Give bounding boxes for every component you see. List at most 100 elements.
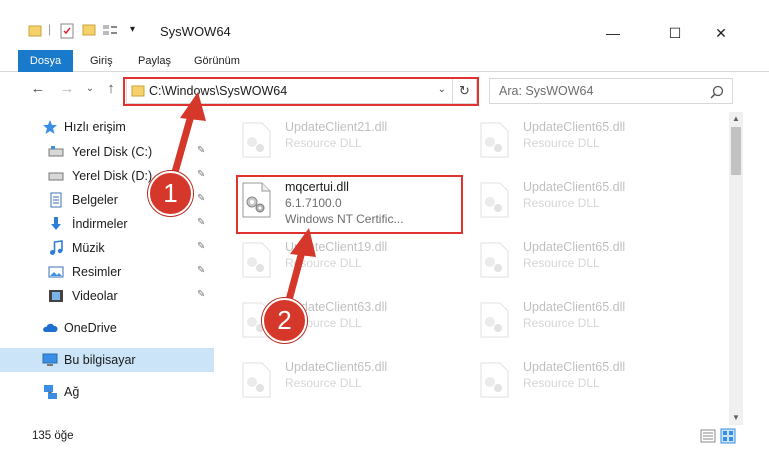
document-icon bbox=[50, 192, 62, 208]
sidebar-item-label: Müzik bbox=[72, 241, 105, 255]
minimize-button[interactable]: — bbox=[590, 18, 636, 48]
sidebar-item-label: Bu bilgisayar bbox=[64, 353, 136, 367]
file-type: Resource DLL bbox=[523, 316, 600, 330]
sidebar-item-onedrive[interactable]: OneDrive bbox=[0, 316, 214, 340]
close-button[interactable]: ✕ bbox=[698, 18, 744, 48]
sidebar-item-label: Videolar bbox=[72, 289, 118, 303]
sidebar-item-label: Yerel Disk (D:) bbox=[72, 169, 153, 183]
back-button[interactable]: ← bbox=[28, 80, 48, 97]
file-name: UpdateClient21.dll bbox=[285, 120, 388, 134]
file-name: UpdateClient65.dll bbox=[523, 240, 626, 254]
window-title: SysWOW64 bbox=[160, 24, 231, 39]
dll-file-icon bbox=[480, 302, 509, 338]
file-type: Resource DLL bbox=[523, 256, 600, 270]
pin-icon[interactable]: ✎ bbox=[197, 217, 205, 228]
file-name: UpdateClient65.dll bbox=[523, 180, 626, 194]
tab-paylas[interactable]: Paylaş bbox=[130, 50, 179, 72]
sidebar-item-label: Hızlı erişim bbox=[64, 120, 126, 134]
list-item[interactable]: UpdateClient63.dll Resource DLL bbox=[222, 294, 452, 354]
tab-dosya[interactable]: Dosya bbox=[18, 50, 73, 72]
list-item[interactable]: UpdateClient65.dll Resource DLL bbox=[460, 234, 690, 294]
file-type: Resource DLL bbox=[523, 376, 600, 390]
ribbon-tabs: Dosya Giriş Paylaş Görünüm bbox=[0, 50, 769, 72]
separator: | bbox=[48, 22, 52, 36]
sidebar-item-pictures[interactable]: Resimler ✎ bbox=[0, 260, 214, 284]
recent-locations-button[interactable]: ⌄ bbox=[80, 83, 100, 94]
sidebar-item-label: Belgeler bbox=[72, 193, 118, 207]
dll-file-icon bbox=[480, 122, 509, 158]
dll-file-icon bbox=[480, 362, 509, 398]
file-highlight bbox=[236, 175, 463, 234]
scroll-thumb[interactable] bbox=[731, 127, 741, 175]
download-icon bbox=[51, 217, 61, 230]
file-type: Resource DLL bbox=[285, 136, 362, 150]
sidebar-item-music[interactable]: Müzik ✎ bbox=[0, 236, 214, 260]
list-item[interactable]: UpdateClient65.dll Resource DLL bbox=[460, 114, 690, 174]
sidebar-item-downloads[interactable]: İndirmeler ✎ bbox=[0, 212, 214, 236]
properties-icon[interactable] bbox=[60, 23, 74, 39]
maximize-button[interactable]: ☐ bbox=[652, 18, 698, 48]
pin-icon[interactable]: ✎ bbox=[197, 169, 205, 180]
list-item[interactable]: UpdateClient65.dll Resource DLL bbox=[460, 354, 690, 408]
file-name: UpdateClient65.dll bbox=[523, 360, 626, 374]
tab-gorunum[interactable]: Görünüm bbox=[186, 50, 248, 72]
list-item[interactable]: UpdateClient65.dll Resource DLL bbox=[460, 294, 690, 354]
dll-file-icon bbox=[480, 182, 509, 218]
list-item[interactable]: UpdateClient65.dll Resource DLL bbox=[222, 354, 452, 408]
pin-icon[interactable]: ✎ bbox=[197, 265, 205, 276]
sidebar-item-label: OneDrive bbox=[64, 321, 117, 335]
forward-button[interactable]: → bbox=[57, 80, 77, 97]
qa-dropdown-icon[interactable]: ▾ bbox=[130, 24, 135, 35]
search-icon[interactable] bbox=[710, 85, 724, 99]
sidebar-item-quick-access[interactable]: Hızlı erişim bbox=[0, 115, 214, 139]
sidebar-item-this-pc[interactable]: Bu bilgisayar bbox=[0, 348, 214, 372]
sidebar-item-label: Ağ bbox=[64, 385, 80, 399]
search-placeholder: Ara: SysWOW64 bbox=[499, 84, 594, 98]
list-item[interactable]: UpdateClient65.dll Resource DLL bbox=[460, 174, 690, 234]
file-name: UpdateClient19.dll bbox=[285, 240, 388, 254]
address-highlight bbox=[123, 77, 479, 106]
customize-toolbar-icon[interactable] bbox=[102, 23, 118, 37]
title-bar: | ▾ SysWOW64 — ☐ ✕ bbox=[0, 0, 769, 50]
pin-icon[interactable]: ✎ bbox=[197, 145, 205, 156]
file-type: Resource DLL bbox=[285, 256, 362, 270]
item-count: 135 öğe bbox=[32, 430, 74, 442]
list-item[interactable]: UpdateClient19.dll Resource DLL bbox=[222, 234, 452, 294]
details-view-icon[interactable] bbox=[700, 428, 716, 444]
music-icon bbox=[50, 240, 63, 255]
sidebar-item-disk-c[interactable]: Yerel Disk (C:) ✎ bbox=[0, 140, 214, 164]
list-item[interactable]: UpdateClient21.dll Resource DLL bbox=[222, 114, 452, 174]
file-type: Resource DLL bbox=[285, 376, 362, 390]
new-folder-icon[interactable] bbox=[82, 23, 96, 37]
sidebar-item-network[interactable]: Ağ bbox=[0, 380, 214, 404]
status-bar: 135 öğe bbox=[0, 424, 769, 448]
step-2-badge: 2 bbox=[262, 298, 307, 343]
network-icon bbox=[44, 385, 57, 399]
picture-icon bbox=[48, 266, 64, 278]
file-name: UpdateClient65.dll bbox=[285, 360, 388, 374]
scroll-down-icon[interactable]: ▼ bbox=[729, 411, 743, 425]
file-name: UpdateClient65.dll bbox=[523, 120, 626, 134]
pin-icon[interactable]: ✎ bbox=[197, 241, 205, 252]
pin-icon[interactable]: ✎ bbox=[197, 193, 205, 204]
navigation-pane: Hızlı erişim Yerel Disk (C:) ✎ Yerel Dis… bbox=[0, 112, 214, 408]
video-icon bbox=[49, 290, 63, 302]
scroll-up-icon[interactable]: ▲ bbox=[729, 112, 743, 126]
step-1-badge: 1 bbox=[148, 171, 193, 216]
up-button[interactable]: ↑ bbox=[101, 80, 121, 97]
star-icon bbox=[43, 120, 57, 134]
sidebar-item-videos[interactable]: Videolar ✎ bbox=[0, 284, 214, 308]
tiles-view-icon[interactable] bbox=[720, 428, 736, 444]
sidebar-item-label: Resimler bbox=[72, 265, 122, 279]
file-name: UpdateClient65.dll bbox=[523, 300, 626, 314]
vertical-scrollbar[interactable]: ▲ ▼ bbox=[729, 112, 743, 425]
dll-file-icon bbox=[480, 242, 509, 278]
dll-file-icon bbox=[242, 242, 271, 278]
tab-giris[interactable]: Giriş bbox=[82, 50, 121, 72]
computer-icon bbox=[42, 353, 58, 366]
file-list: UpdateClient21.dll Resource DLL UpdateCl… bbox=[222, 112, 729, 408]
search-box[interactable]: Ara: SysWOW64 bbox=[489, 78, 733, 104]
folder-icon bbox=[28, 25, 42, 37]
pin-icon[interactable]: ✎ bbox=[197, 289, 205, 300]
sidebar-item-label: Yerel Disk (C:) bbox=[72, 145, 153, 159]
